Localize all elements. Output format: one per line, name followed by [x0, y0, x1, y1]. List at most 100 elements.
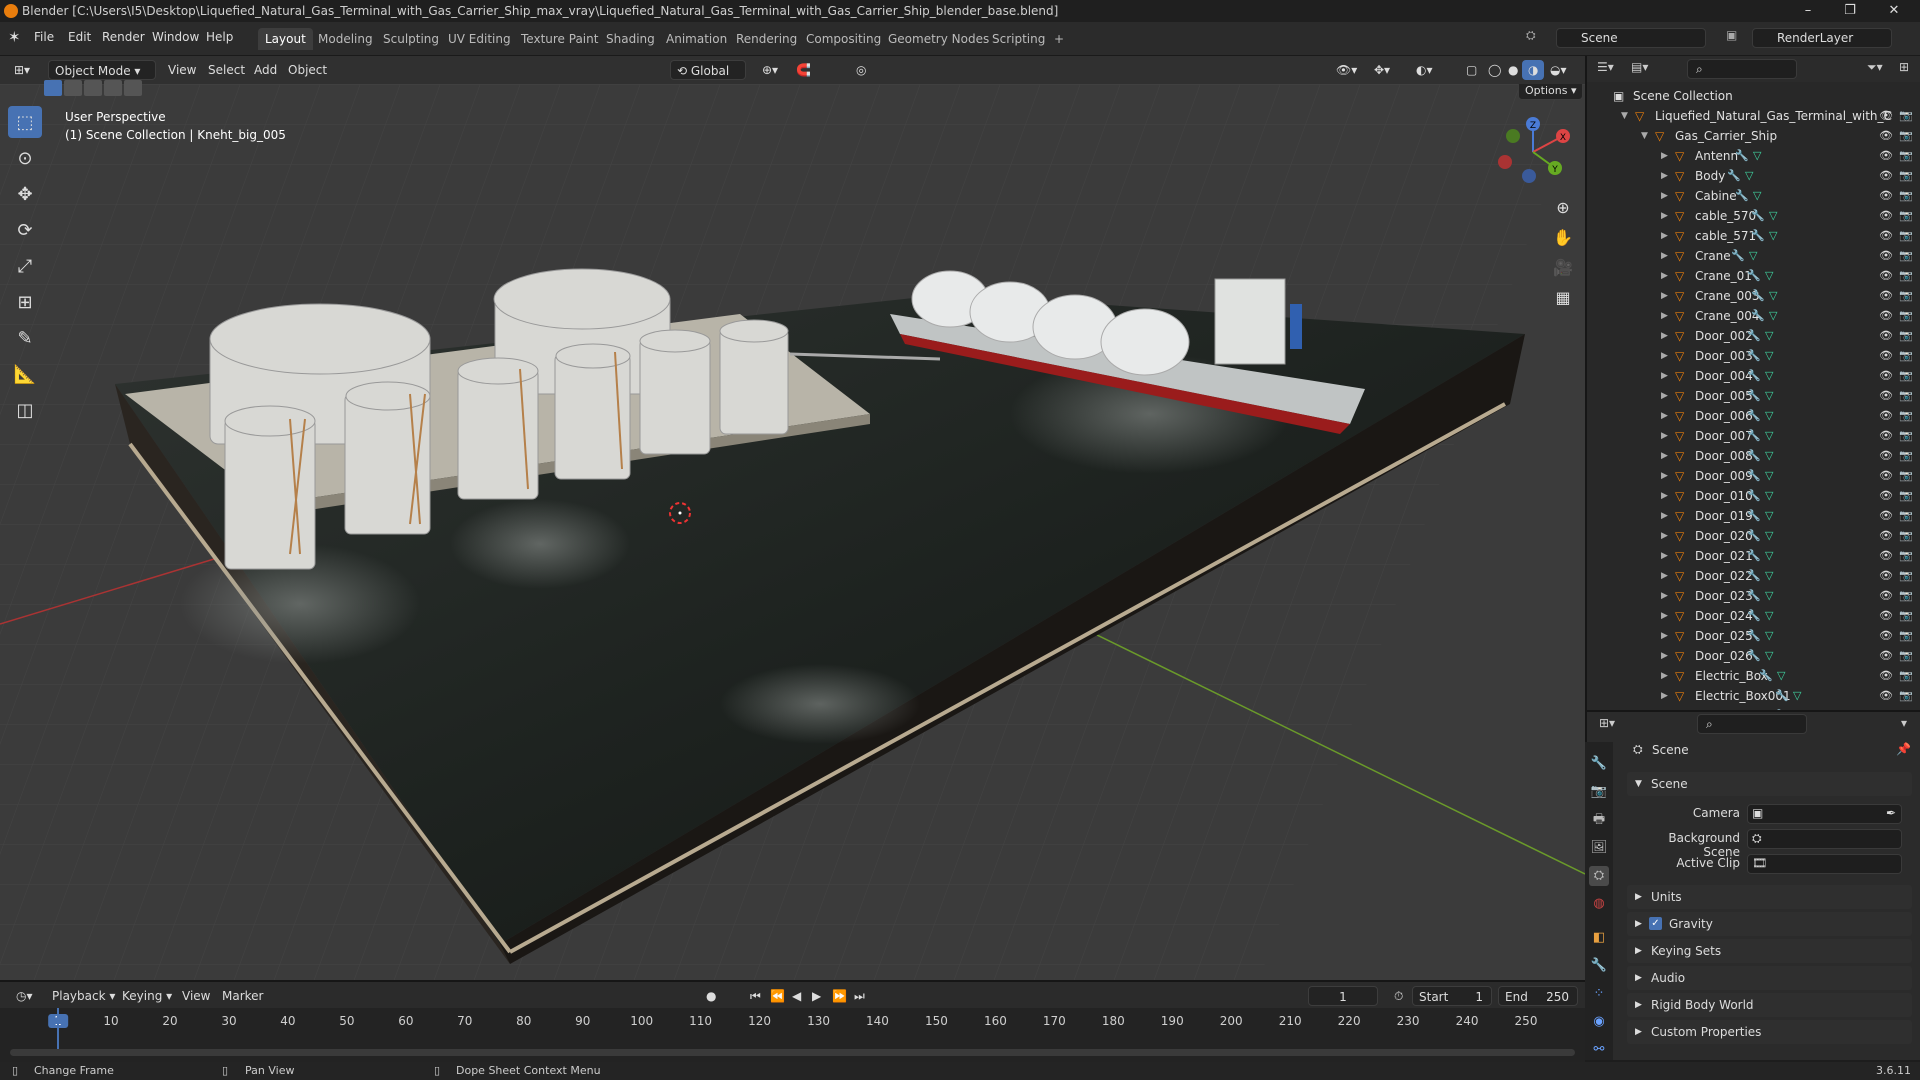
tab-compositing[interactable]: Compositing [799, 28, 888, 50]
overlay-toggle-icon[interactable]: ◐▾ [1410, 60, 1439, 80]
display-mode-icon[interactable]: ▤▾ [1631, 60, 1648, 74]
render-camera-icon[interactable]: 📷 [1899, 246, 1913, 266]
render-camera-icon[interactable]: 📷 [1899, 546, 1913, 566]
properties-options-icon[interactable]: ▾ [1901, 716, 1907, 730]
render-camera-icon[interactable]: 📷 [1899, 646, 1913, 666]
select-new-icon[interactable] [44, 80, 62, 96]
render-camera-icon[interactable]: 📷 [1899, 346, 1913, 366]
expand-arrow-icon[interactable]: ▶ [1661, 486, 1668, 506]
maximize-button[interactable]: ❐ [1830, 0, 1870, 22]
add-cube-tool-icon[interactable]: ◫ [8, 394, 42, 426]
rigid-body-world-section[interactable]: ▶ Rigid Body World [1627, 993, 1912, 1017]
visibility-eye-icon[interactable]: 👁 [1879, 266, 1893, 286]
outliner-item-door-002[interactable]: ▶ ▽ Door_002 🔧 ▽ 👁 📷 [1587, 326, 1920, 346]
expand-arrow-icon[interactable]: ▶ [1661, 686, 1668, 706]
expand-arrow-icon[interactable]: ▶ [1661, 306, 1668, 326]
timeline-editor-icon[interactable]: ◷▾ [10, 986, 39, 1006]
outliner-editor-icon[interactable]: ☰▾ [1597, 60, 1614, 74]
filter-icon[interactable]: ⏷▾ [1867, 60, 1883, 75]
visibility-eye-icon[interactable]: 👁 [1879, 666, 1893, 686]
select-invert-icon[interactable] [104, 80, 122, 96]
expand-arrow-icon[interactable]: ▶ [1661, 446, 1668, 466]
visibility-eye-icon[interactable]: 👁 [1879, 246, 1893, 266]
snap-icon[interactable]: 🧲 [790, 60, 817, 80]
render-camera-icon[interactable]: 📷 [1899, 286, 1913, 306]
outliner-item-antenn[interactable]: ▶ ▽ Antenn 🔧 ▽ 👁 📷 [1587, 146, 1920, 166]
eyedropper-icon[interactable]: ✒ [1886, 806, 1896, 820]
pin-icon[interactable]: 📌 [1896, 742, 1911, 756]
expand-arrow-icon[interactable]: ▶ [1661, 666, 1668, 686]
tab-modeling[interactable]: Modeling [311, 28, 380, 50]
expand-arrow-icon[interactable]: ▶ [1661, 166, 1668, 186]
tab-layout[interactable]: Layout [258, 28, 313, 50]
visibility-eye-icon[interactable]: 👁 [1879, 106, 1893, 126]
scene-selector-icon[interactable]: ⛭ [1526, 28, 1536, 43]
timeline-scrollbar[interactable] [10, 1049, 1575, 1056]
expand-arrow-icon[interactable]: ▶ [1661, 386, 1668, 406]
pivot-icon[interactable]: ⊕▾ [756, 60, 784, 80]
play-icon[interactable]: ▶ [806, 986, 827, 1006]
tab-geometry-nodes[interactable]: Geometry Nodes [881, 28, 996, 50]
viewport-menu-object[interactable]: Object [282, 60, 333, 80]
menu-window[interactable]: Window [152, 30, 199, 44]
orientation-dropdown[interactable]: ⟲ Global [670, 60, 746, 80]
visibility-eye-icon[interactable]: 👁 [1879, 526, 1893, 546]
visibility-eye-icon[interactable]: 👁 [1879, 186, 1893, 206]
audio-section[interactable]: ▶ Audio [1627, 966, 1912, 990]
particles-tab-icon[interactable]: ⁘ [1589, 984, 1609, 1004]
outliner-item-door-009[interactable]: ▶ ▽ Door_009 🔧 ▽ 👁 📷 [1587, 466, 1920, 486]
render-camera-icon[interactable]: 📷 [1899, 166, 1913, 186]
end-frame-field[interactable]: End 250 [1498, 986, 1578, 1006]
output-tab-icon[interactable]: 🖶 [1589, 810, 1609, 830]
shading-render-icon[interactable]: ◒▾ [1544, 60, 1573, 80]
expand-arrow-icon[interactable]: ▶ [1661, 546, 1668, 566]
visibility-eye-icon[interactable]: 👁 [1879, 326, 1893, 346]
outliner-item-door-007[interactable]: ▶ ▽ Door_007 🔧 ▽ 👁 📷 [1587, 426, 1920, 446]
viewport-menu-view[interactable]: View [162, 60, 202, 80]
outliner-item-crane-003[interactable]: ▶ ▽ Crane_003 🔧 ▽ 👁 📷 [1587, 286, 1920, 306]
visibility-eye-icon[interactable]: 👁 [1879, 566, 1893, 586]
expand-arrow-icon[interactable]: ▶ [1661, 526, 1668, 546]
visibility-eye-icon[interactable]: 👁 [1879, 286, 1893, 306]
outliner-search-input[interactable]: ⌕ [1687, 59, 1797, 79]
tool-tab-icon[interactable]: 🔧 [1589, 754, 1609, 774]
render-camera-icon[interactable]: 📷 [1899, 446, 1913, 466]
scene-tab-icon[interactable]: ⛭ [1589, 866, 1609, 886]
menu-help[interactable]: Help [206, 30, 233, 44]
stopwatch-icon[interactable]: ⏱ [1388, 986, 1409, 1006]
expand-arrow-icon[interactable]: ▶ [1661, 426, 1668, 446]
constraints-tab-icon[interactable]: ⚯ [1589, 1040, 1609, 1060]
proportional-edit-icon[interactable]: ◎ [850, 60, 872, 80]
render-camera-icon[interactable]: 📷 [1899, 146, 1913, 166]
add-workspace-button[interactable]: + [1047, 28, 1071, 50]
viewport-menu-select[interactable]: Select [202, 60, 251, 80]
expand-arrow-icon[interactable]: ▶ [1661, 586, 1668, 606]
render-camera-icon[interactable]: 📷 [1899, 486, 1913, 506]
editor-type-icon[interactable]: ⊞▾ [8, 60, 36, 80]
xray-icon[interactable]: ▢ [1460, 60, 1483, 80]
expand-arrow-icon[interactable]: ▶ [1661, 366, 1668, 386]
render-tab-icon[interactable]: 📷 [1589, 782, 1609, 802]
object-tab-icon[interactable]: ◧ [1589, 928, 1609, 948]
outliner-item-crane[interactable]: ▶ ▽ Crane 🔧 ▽ 👁 📷 [1587, 246, 1920, 266]
options-dropdown[interactable]: Options ▾ [1518, 84, 1584, 100]
background-scene-field[interactable]: ⛭ [1747, 829, 1902, 849]
pan-hand-icon[interactable]: ✋ [1550, 224, 1576, 250]
visibility-eye-icon[interactable]: 👁 [1879, 446, 1893, 466]
outliner-item-electric-box[interactable]: ▶ ▽ Electric_Box 🔧 ▽ 👁 📷 [1587, 666, 1920, 686]
visibility-eye-icon[interactable]: 👁 [1879, 466, 1893, 486]
current-frame-field[interactable]: 1 [1308, 986, 1378, 1006]
measure-tool-icon[interactable]: 📐 [8, 358, 42, 390]
move-tool-icon[interactable]: ✥ [8, 178, 42, 210]
scene-field[interactable]: Scene [1556, 28, 1706, 48]
render-camera-icon[interactable]: 📷 [1899, 506, 1913, 526]
render-camera-icon[interactable]: 📷 [1899, 306, 1913, 326]
render-camera-icon[interactable]: 📷 [1899, 526, 1913, 546]
expand-arrow-icon[interactable]: ▼ [1641, 126, 1648, 146]
expand-arrow-icon[interactable]: ▶ [1661, 186, 1668, 206]
transform-tool-icon[interactable]: ⊞ [8, 286, 42, 318]
tab-scripting[interactable]: Scripting [985, 28, 1052, 50]
outliner-item-door-022[interactable]: ▶ ▽ Door_022 🔧 ▽ 👁 📷 [1587, 566, 1920, 586]
menu-file[interactable]: File [34, 30, 54, 44]
visibility-eye-icon[interactable]: 👁 [1879, 206, 1893, 226]
